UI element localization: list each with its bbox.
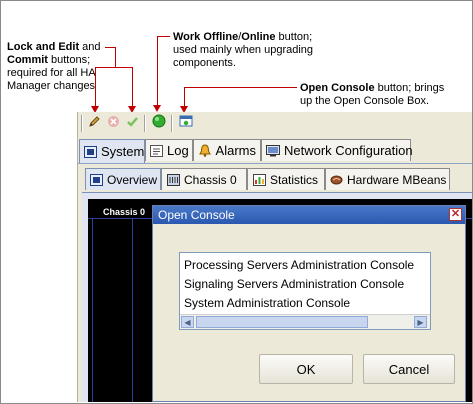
callout-line-console-v: [184, 87, 185, 107]
tab-chassis-0[interactable]: Chassis 0: [161, 168, 247, 190]
horizontal-scrollbar[interactable]: ◀ ▶: [180, 314, 430, 329]
cancel-button[interactable]: [105, 115, 122, 132]
overview-icon: [90, 173, 103, 186]
system-icon: [84, 145, 97, 158]
callout-arrow-offline: [153, 105, 161, 112]
log-icon: [150, 144, 163, 157]
callout-line-console-h: [184, 87, 297, 88]
callout-line-lock-h2: [95, 67, 133, 68]
chassis-grid-line: [92, 218, 93, 402]
annotation-open-console: Open Console button; brings up the Open …: [300, 82, 445, 107]
cancel-icon: [107, 115, 120, 133]
chevron-right-icon: ▶: [417, 317, 424, 327]
toolbar-separator: [171, 115, 173, 132]
scroll-thumb[interactable]: [196, 316, 368, 328]
tab-label: Hardware MBeans: [347, 172, 447, 187]
close-button[interactable]: ✕: [449, 208, 462, 221]
pencil-icon: [88, 115, 101, 133]
scroll-left-button[interactable]: ◀: [181, 316, 194, 328]
bean-icon: [330, 173, 343, 186]
sub-tab-bar: Overview Chassis 0 Statistics Hardware M…: [82, 168, 472, 191]
tab-label: Alarms: [215, 143, 256, 158]
tab-system[interactable]: System: [79, 139, 145, 163]
bell-icon: [198, 144, 212, 157]
chassis-label: Chassis 0: [103, 207, 146, 217]
list-item[interactable]: System Administration Console: [184, 296, 350, 310]
callout-line-commit: [132, 67, 133, 107]
tab-label: Overview: [107, 172, 158, 187]
tab-label: System: [101, 144, 145, 159]
tab-alarms[interactable]: Alarms: [193, 139, 261, 161]
tab-hardware-mbeans[interactable]: Hardware MBeans: [325, 168, 450, 190]
chassis-icon: [166, 173, 180, 186]
open-console-button[interactable]: [177, 115, 194, 132]
tab-overview[interactable]: Overview: [85, 168, 161, 190]
ok-button[interactable]: OK: [259, 354, 353, 384]
callout-line-offline-h: [157, 36, 170, 37]
network-icon: [266, 144, 280, 157]
green-circle-icon: [152, 114, 166, 133]
statistics-icon: [252, 173, 266, 186]
dialog-title: Open Console: [158, 208, 235, 222]
open-console-dialog: Open Console ✕ Processing Servers Admini…: [152, 205, 466, 402]
tab-label: Network Configuration: [284, 143, 413, 158]
list-item[interactable]: Signaling Servers Administration Console: [184, 277, 404, 291]
callout-line-lock-left: [95, 67, 96, 107]
work-offline-online-button[interactable]: [150, 114, 167, 133]
console-icon: [179, 114, 193, 133]
checkmark-icon: [126, 115, 139, 133]
tab-log[interactable]: Log: [145, 139, 193, 161]
tab-label: Statistics: [270, 172, 319, 187]
dialog-title-bar: Open Console ✕: [153, 206, 465, 224]
tab-statistics[interactable]: Statistics: [247, 168, 325, 190]
cancel-button[interactable]: Cancel: [363, 354, 455, 384]
close-icon: ✕: [450, 208, 461, 220]
chevron-left-icon: ◀: [184, 317, 191, 327]
callout-line-offline-v: [157, 36, 158, 106]
toolbar-separator: [81, 115, 83, 132]
main-tab-bar: System Log Alarms Network Configuration: [78, 139, 472, 164]
commit-button[interactable]: [124, 115, 141, 132]
chassis-grid-line: [132, 218, 133, 402]
tab-label: Chassis 0: [184, 172, 237, 187]
callout-line-lock-v: [115, 47, 116, 67]
list-item[interactable]: Processing Servers Administration Consol…: [184, 258, 414, 272]
lock-and-edit-button[interactable]: [86, 115, 103, 132]
annotation-work-offline: Work Offline/Online button; used mainly …: [173, 31, 314, 69]
toolbar: [78, 112, 472, 134]
tab-label: Log: [167, 143, 189, 158]
console-list[interactable]: Processing Servers Administration Consol…: [179, 252, 431, 330]
scroll-right-button[interactable]: ▶: [414, 316, 427, 328]
tab-network-configuration[interactable]: Network Configuration: [261, 139, 413, 161]
toolbar-separator: [144, 115, 146, 132]
